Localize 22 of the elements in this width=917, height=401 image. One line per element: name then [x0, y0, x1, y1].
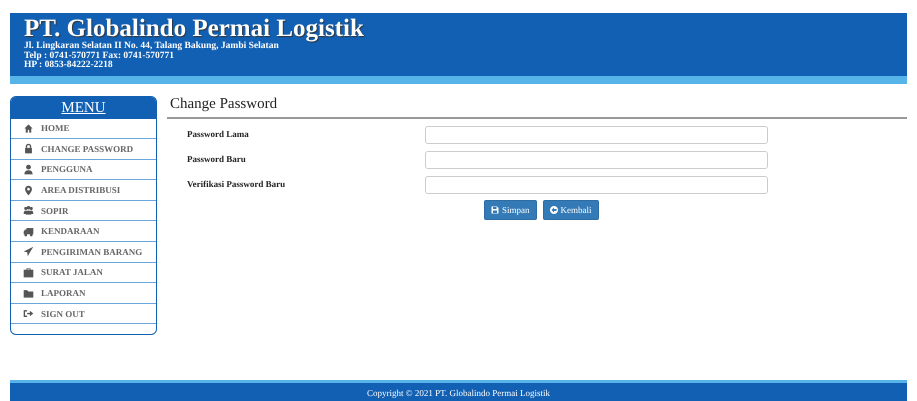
menu-title: MENU: [11, 96, 156, 118]
copyright-text: Copyright © 2021 PT. Globalindo Permai Logistik: [367, 387, 550, 399]
save-button[interactable]: Simpan: [484, 200, 537, 220]
company-mobile: HP : 0853-84222-2218: [24, 61, 114, 70]
menu-item[interactable]: SURAT JALAN: [11, 262, 156, 284]
menu-item[interactable]: PENGGUNA: [11, 160, 156, 180]
menu-item[interactable]: HOME: [11, 118, 156, 140]
page-title: Change Password: [167, 96, 907, 118]
field-label: Verifikasi Password Baru: [187, 178, 286, 188]
menu-item[interactable]: SIGN OUT: [11, 304, 156, 324]
company-name: PT. Globalindo Permai Logistik: [24, 16, 365, 42]
menu-item[interactable]: KENDARAAN: [11, 221, 156, 242]
company-phone: Telp : 0741-570771 Fax: 0741-570771: [24, 52, 176, 60]
menu-item[interactable]: LAPORAN: [11, 283, 156, 304]
field-label: Password Lama: [187, 128, 250, 138]
menu-item[interactable]: PENGIRIMAN BARANG: [11, 242, 156, 263]
field-label: Password Baru: [187, 152, 247, 164]
back-button[interactable]: Kembali: [542, 200, 599, 220]
company-address: Jl. Lingkaran Selatan II No. 44, Talang Bakung, Jambi Selatan: [24, 42, 279, 51]
menu-item[interactable]: AREA DISTRIBUSI: [11, 180, 156, 201]
menu-item[interactable]: SOPIR: [11, 200, 156, 222]
menu-item[interactable]: CHANGE PASSWORD: [11, 139, 156, 160]
